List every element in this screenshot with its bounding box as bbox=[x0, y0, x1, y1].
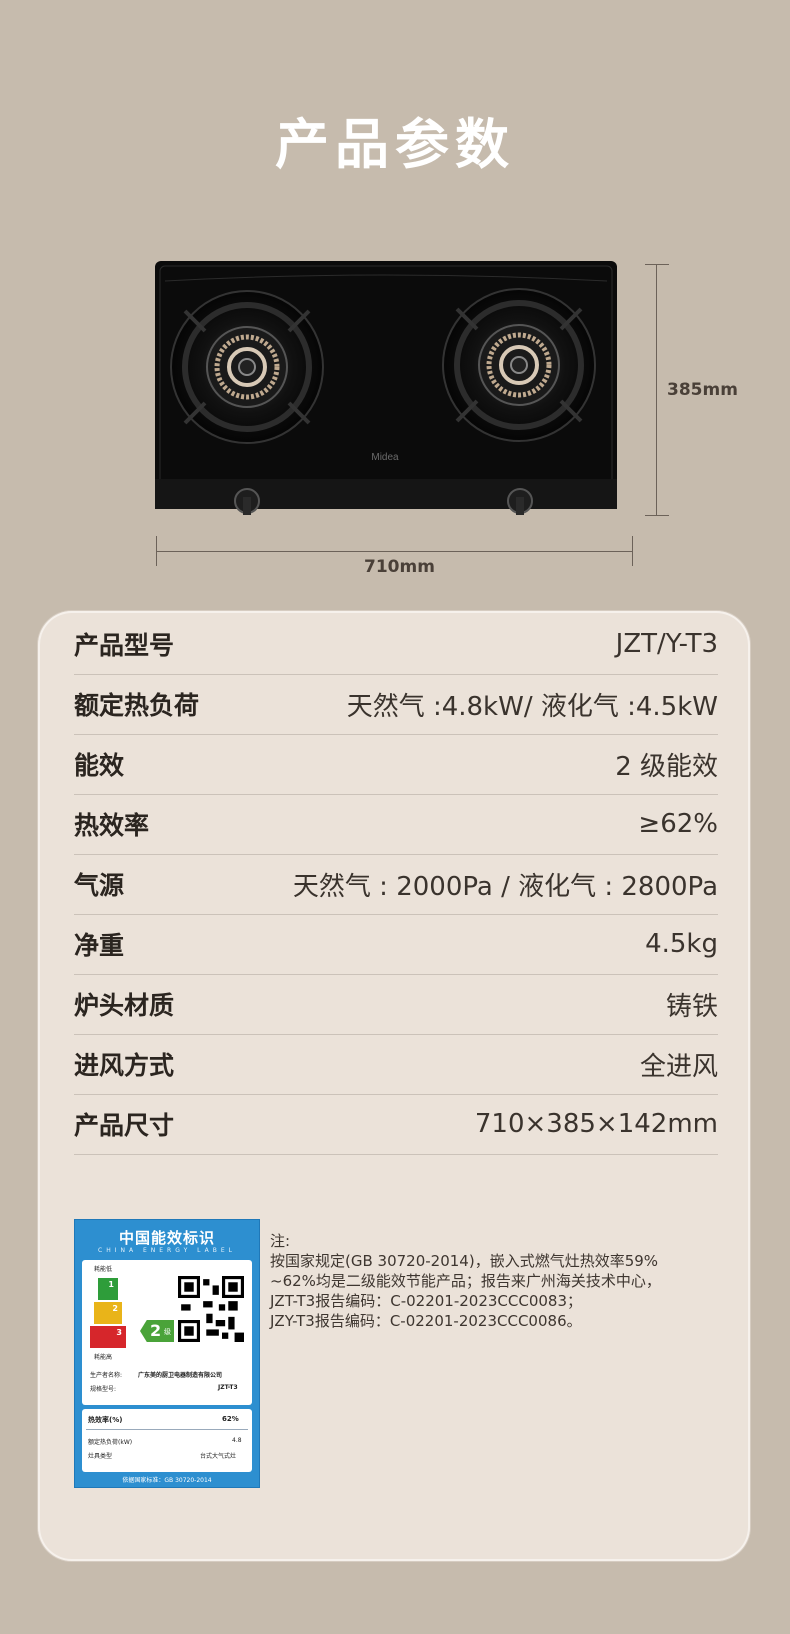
heat-load-label: 额定热负荷(kW) bbox=[88, 1439, 133, 1446]
spec-label: 进风方式 bbox=[74, 1051, 175, 1080]
spec-row-model: 产品型号 JZT/Y-T3 bbox=[74, 614, 718, 675]
spec-value: 710×385×142mm bbox=[474, 1109, 718, 1139]
spec-row-air-intake: 进风方式 全进风 bbox=[74, 1034, 718, 1095]
spec-label: 产品型号 bbox=[74, 631, 175, 660]
spec-label: 产品尺寸 bbox=[74, 1111, 175, 1140]
spec-value: 2 级能效 bbox=[615, 751, 718, 782]
height-dimension-label: 385mm bbox=[667, 380, 738, 400]
efficiency-label: 热效率(%) bbox=[88, 1416, 123, 1424]
efficiency-note: 注: 按国家规定(GB 30720-2014)，嵌入式燃气灶热效率59% ~62… bbox=[270, 1231, 690, 1331]
spec-value: JZT/Y-T3 bbox=[615, 629, 718, 659]
spec-row-energy-grade: 能效 2 级能效 bbox=[74, 734, 718, 795]
brand-logo: Midea bbox=[371, 452, 399, 463]
spec-value: 铸铁 bbox=[665, 991, 718, 1022]
manufacturer-label: 生产者名称: bbox=[90, 1372, 123, 1379]
height-dimension-line bbox=[656, 264, 657, 516]
qr-code-icon bbox=[178, 1276, 244, 1342]
width-dimension-label: 710mm bbox=[364, 557, 435, 577]
stove-type-label: 灶具类型 bbox=[88, 1453, 113, 1460]
spec-value: 4.5kg bbox=[645, 929, 718, 959]
high-consumption-label: 耗能高 bbox=[94, 1354, 113, 1361]
spec-row-thermal-efficiency: 热效率 ≥62% bbox=[74, 794, 718, 855]
page-title: 产品参数 bbox=[275, 113, 515, 176]
grade-bar-3: 3 bbox=[90, 1326, 126, 1348]
energy-label-title: 中国能效标识 bbox=[118, 1229, 215, 1247]
spec-label: 净重 bbox=[74, 931, 125, 960]
model-value: JZT-T3 bbox=[218, 1384, 238, 1391]
energy-label-subtitle: CHINA ENERGY LABEL bbox=[98, 1247, 236, 1254]
note-line: JZY-T3报告编码：C-02201-2023CCC0086。 bbox=[270, 1312, 582, 1330]
gas-stove-illustration: Midea bbox=[155, 261, 617, 515]
spec-label: 气源 bbox=[74, 871, 125, 900]
height-dimension-tick-bottom bbox=[645, 515, 669, 516]
spec-label: 能效 bbox=[74, 751, 125, 780]
stove-image: Midea bbox=[150, 255, 635, 535]
spec-row-net-weight: 净重 4.5kg bbox=[74, 914, 718, 975]
low-consumption-label: 耗能低 bbox=[94, 1266, 113, 1273]
note-line: 按国家规定(GB 30720-2014)，嵌入式燃气灶热效率59% bbox=[270, 1252, 659, 1270]
manufacturer-value: 广东美的厨卫电器制造有限公司 bbox=[138, 1372, 223, 1379]
spec-value: 天然气 :4.8kW/ 液化气 :4.5kW bbox=[346, 691, 718, 722]
spec-row-burner-material: 炉头材质 铸铁 bbox=[74, 974, 718, 1035]
model-label: 规格型号: bbox=[90, 1386, 117, 1393]
energy-label-data-panel: 热效率(%) 62% 额定热负荷(kW) 4.8 灶具类型 台式大气式灶 bbox=[82, 1409, 252, 1472]
spec-value: 全进风 bbox=[639, 1051, 718, 1082]
energy-label-standard: 依据国家标准：GB 30720-2014 bbox=[122, 1477, 212, 1484]
spec-row-product-size: 产品尺寸 710×385×142mm bbox=[74, 1094, 718, 1155]
energy-label-grade-panel: 耗能低 1 2 3 2级 耗能高 生产者名称: 广东美的厨卫电器制造有限公司 规… bbox=[82, 1260, 252, 1405]
spec-label: 炉头材质 bbox=[74, 991, 175, 1020]
grade-bar-2: 2 bbox=[94, 1302, 122, 1324]
spec-label: 额定热负荷 bbox=[74, 691, 200, 720]
width-dimension-tick-left bbox=[156, 536, 157, 566]
efficiency-value: 62% bbox=[222, 1415, 239, 1423]
heat-load-value: 4.8 bbox=[232, 1437, 242, 1444]
spec-row-gas-source: 气源 天然气 : 2000Pa / 液化气 : 2800Pa bbox=[74, 854, 718, 915]
note-line: ~62%均是二级能效节能产品；报告来广州海关技术中心， bbox=[270, 1272, 661, 1290]
spec-card: 产品型号 JZT/Y-T3 额定热负荷 天然气 :4.8kW/ 液化气 :4.5… bbox=[38, 611, 750, 1561]
note-line: JZT-T3报告编码：C-02201-2023CCC0083； bbox=[270, 1292, 583, 1310]
width-dimension-tick-right bbox=[632, 536, 633, 566]
width-dimension-line bbox=[156, 551, 632, 552]
spec-value: 天然气 : 2000Pa / 液化气 : 2800Pa bbox=[292, 871, 718, 902]
spec-value: ≥62% bbox=[638, 809, 718, 839]
grade-indicator: 2级 bbox=[140, 1320, 174, 1342]
stove-type-value: 台式大气式灶 bbox=[200, 1453, 237, 1460]
height-dimension-tick-top bbox=[645, 264, 669, 265]
note-title: 注: bbox=[270, 1232, 291, 1250]
grade-bar-1: 1 bbox=[98, 1278, 118, 1300]
china-energy-label: 中国能效标识 CHINA ENERGY LABEL 耗能低 1 2 3 2级 耗… bbox=[74, 1219, 260, 1488]
spec-label: 热效率 bbox=[74, 811, 150, 840]
spec-row-heat-load: 额定热负荷 天然气 :4.8kW/ 液化气 :4.5kW bbox=[74, 674, 718, 735]
